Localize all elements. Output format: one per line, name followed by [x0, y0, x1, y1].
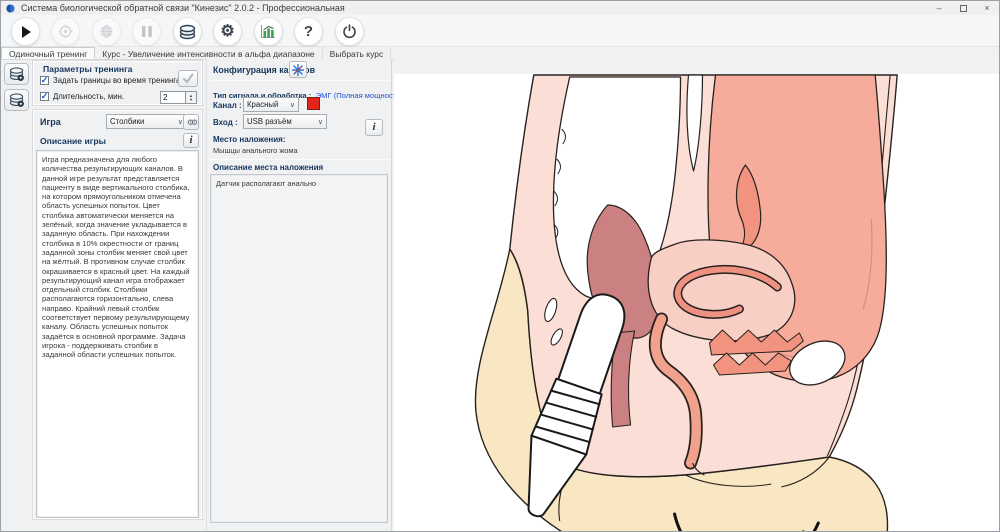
pause-button — [132, 17, 161, 46]
window-title: Система биологической обратной связи "Ки… — [21, 3, 345, 13]
training-params-group: Параметры тренинга ✓ Задать границы во в… — [32, 60, 203, 106]
database-icon — [179, 24, 196, 40]
game-group: Игра Столбики ∨ ⚙⚙ Описание игры i Игра … — [32, 109, 203, 520]
channel-config-panel: Конфигурация каналов Тип сигнала и обраб… — [206, 59, 392, 532]
rugae-shape — [713, 353, 791, 375]
channel-set-button-2[interactable] — [4, 89, 29, 111]
chevron-down-icon: ∨ — [318, 118, 323, 126]
game-select[interactable]: Столбики ∨ — [106, 114, 187, 129]
minimize-icon: – — [936, 4, 941, 13]
set-bounds-row: ✓ Задать границы во время тренинга — [40, 76, 180, 85]
help-button[interactable]: ? — [294, 17, 323, 46]
channel-set-button-1[interactable] — [4, 63, 29, 85]
input-select[interactable]: USB разъём ∨ — [243, 114, 327, 129]
game-select-value: Столбики — [110, 117, 176, 126]
gears-icon: ⚙⚙ — [187, 118, 195, 127]
maximize-icon — [960, 5, 967, 12]
play-button[interactable] — [11, 17, 40, 46]
globe-icon — [99, 24, 114, 39]
channel-label: Канал : — [213, 101, 242, 110]
placement-desc-text: Датчик располагают анально — [211, 175, 387, 192]
gear-icon: ⚙ — [220, 24, 234, 40]
chevron-down-icon: ∨ — [290, 101, 295, 109]
game-description-box[interactable]: Игра предназначена для любого количества… — [36, 150, 199, 518]
duration-checkbox[interactable]: ✓ — [40, 92, 49, 101]
game-description-text: Игра предназначена для любого количества… — [37, 151, 198, 364]
input-select-value: USB разъём — [247, 117, 316, 126]
application-window: Система биологической обратной связи "Ки… — [0, 0, 1000, 532]
play-icon — [19, 25, 33, 39]
spin-down-icon: ▼ — [189, 98, 193, 102]
main-toolbar: ⚙ ? — [1, 15, 999, 47]
placement-label: Место наложения: — [213, 135, 286, 144]
check-icon: ✓ — [41, 76, 49, 85]
tab-select-course[interactable]: Выбрать курс — [323, 47, 392, 59]
duration-spinner: 2 ▲ ▼ — [160, 91, 197, 104]
divider — [209, 80, 389, 81]
channel-select[interactable]: Красный ∨ — [243, 97, 299, 112]
game-description-title: Описание игры — [40, 136, 106, 146]
settings-button[interactable]: ⚙ — [213, 17, 242, 46]
globe-button — [92, 17, 121, 46]
anatomy-illustration — [394, 59, 1000, 532]
statistics-button[interactable] — [254, 17, 283, 46]
apply-bounds-button[interactable] — [178, 70, 198, 87]
maximize-button[interactable] — [951, 1, 975, 15]
duration-row: ✓ Длительность, мин. — [40, 92, 124, 101]
database-button[interactable] — [173, 17, 202, 46]
duration-input[interactable]: 2 — [160, 91, 186, 104]
set-bounds-label: Задать границы во время тренинга — [53, 76, 180, 85]
tab-single-training[interactable]: Одиночный тренинг — [1, 47, 95, 59]
minimize-button[interactable]: – — [927, 1, 951, 15]
check-icon: ✓ — [41, 92, 49, 101]
placement-desc-title: Описание места наложения — [213, 163, 323, 172]
power-icon — [342, 24, 357, 39]
input-label: Вход : — [213, 118, 238, 127]
pause-icon — [141, 25, 153, 38]
app-icon — [6, 4, 15, 13]
game-label: Игра — [40, 117, 61, 127]
divider — [209, 159, 389, 160]
info-icon: i — [189, 135, 192, 146]
channel-select-value: Красный — [247, 100, 288, 109]
channel-color-swatch — [307, 97, 320, 110]
database-badge-icon — [9, 67, 25, 82]
duration-label: Длительность, мин. — [53, 92, 124, 101]
record-target-icon — [58, 24, 73, 39]
game-info-button[interactable]: i — [183, 133, 199, 148]
title-bar: Система биологической обратной связи "Ки… — [1, 1, 999, 15]
placement-desc-box: Датчик располагают анально — [210, 174, 388, 523]
help-icon: ? — [304, 24, 313, 39]
placement-info-button[interactable]: i — [365, 119, 383, 136]
close-icon: × — [984, 4, 989, 13]
training-params-title: Параметры тренинга — [43, 64, 132, 74]
tab-course-alpha[interactable]: Курс - Увеличение интенсивности в альфа … — [95, 47, 322, 59]
game-settings-button[interactable]: ⚙⚙ — [183, 114, 199, 130]
channels-config-icon — [292, 64, 304, 76]
channel-config-button[interactable] — [289, 61, 307, 78]
database-badge-icon — [9, 93, 25, 108]
duration-spin-buttons[interactable]: ▲ ▼ — [186, 91, 197, 104]
check-stamp-icon — [182, 73, 194, 84]
chart-icon — [260, 24, 276, 39]
placement-value: Мышцы анального жома — [213, 146, 298, 155]
anatomy-illustration-panel — [394, 59, 1000, 532]
close-button[interactable]: × — [975, 1, 999, 15]
set-bounds-checkbox[interactable]: ✓ — [40, 76, 49, 85]
info-icon: i — [372, 122, 375, 133]
record-button — [51, 17, 80, 46]
power-button[interactable] — [335, 17, 364, 46]
